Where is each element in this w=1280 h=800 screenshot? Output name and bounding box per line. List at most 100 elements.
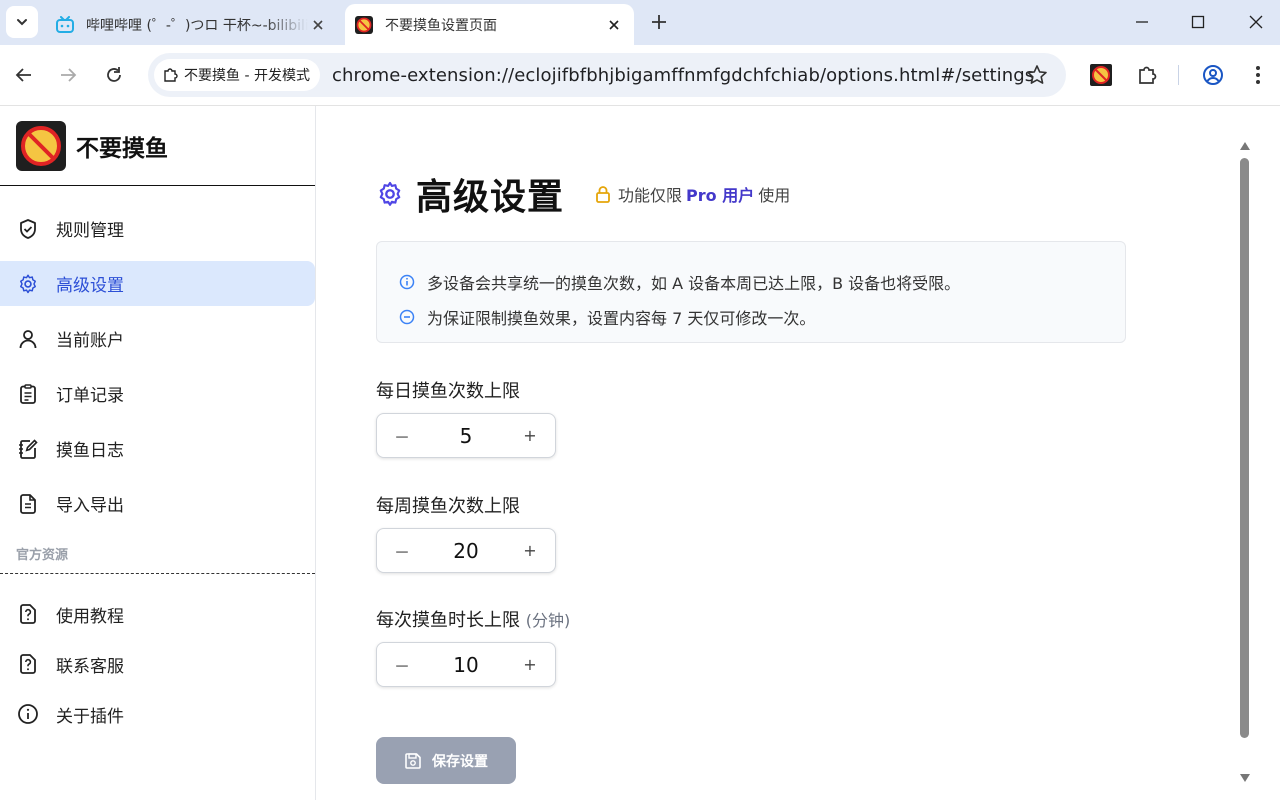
duration-limit-label: 每次摸鱼时长上限 (分钟) (376, 606, 570, 632)
sidebar-item-log[interactable]: 摸鱼日志 (0, 426, 315, 471)
close-icon[interactable] (604, 15, 624, 35)
scrollbar[interactable] (1237, 142, 1251, 782)
sidebar-item-orders[interactable]: 订单记录 (0, 371, 315, 416)
puzzle-icon (164, 68, 178, 82)
sidebar-item-about[interactable]: 关于插件 (0, 694, 315, 734)
extension-logo-icon (355, 15, 373, 34)
decrement-button[interactable]: － (377, 414, 427, 457)
sidebar: 不要摸鱼 规则管理 高级设置 当前账户 订单记录 摸鱼日志 导入导出 官方资源 (0, 106, 316, 800)
arrow-left-icon (15, 68, 31, 82)
close-icon (1249, 15, 1263, 29)
settings-main: 高级设置 功能仅限 Pro 用户 使用 多设备会共享统一的摸鱼次数，如 A 设备… (316, 106, 1280, 800)
save-button[interactable]: 保存设置 (376, 737, 516, 784)
scroll-up-arrow[interactable] (1240, 142, 1250, 150)
extensions-menu-button[interactable] (1135, 63, 1159, 87)
file-text-icon (16, 492, 40, 516)
scroll-down-arrow[interactable] (1240, 774, 1250, 782)
daily-limit-stepper: － 5 + (376, 413, 556, 458)
sidebar-menu: 规则管理 高级设置 当前账户 订单记录 摸鱼日志 导入导出 (0, 186, 315, 526)
tab-search-button[interactable] (6, 6, 38, 38)
duration-limit-value[interactable]: 10 (427, 653, 505, 677)
plus-icon (652, 15, 666, 29)
info-icon (16, 702, 40, 726)
back-button[interactable] (12, 63, 36, 87)
chevron-down-icon (17, 19, 27, 26)
sidebar-item-advanced-settings[interactable]: 高级设置 (0, 261, 315, 306)
brand-header: 不要摸鱼 (0, 106, 315, 186)
extension-logo-icon (16, 120, 66, 171)
close-icon[interactable] (308, 15, 328, 35)
minus-circle-icon (399, 309, 415, 324)
tab-title: 不要摸鱼设置页面 (385, 17, 497, 34)
pro-suffix: 使用 (758, 186, 791, 205)
browser-menu-button[interactable] (1246, 63, 1270, 87)
field-unit: (分钟) (525, 611, 571, 630)
tab-title: 哔哩哔哩 (゜-゜)つロ 干杯~-bilibili (86, 17, 308, 34)
sidebar-item-label: 摸鱼日志 (56, 441, 124, 461)
sidebar-item-account[interactable]: 当前账户 (0, 316, 315, 361)
sidebar-item-label: 关于插件 (56, 706, 124, 727)
more-vertical-icon (1256, 66, 1260, 84)
increment-button[interactable]: + (505, 414, 555, 457)
daily-limit-value[interactable]: 5 (427, 424, 505, 448)
brand-logo (16, 120, 66, 171)
profile-button[interactable] (1201, 63, 1225, 87)
sidebar-item-import-export[interactable]: 导入导出 (0, 481, 315, 526)
bookmark-star-icon[interactable] (1026, 64, 1048, 86)
info-icon (399, 274, 415, 289)
notice-item: 多设备会共享统一的摸鱼次数，如 A 设备本周已达上限，B 设备也将受限。 (399, 264, 1125, 299)
bilibili-icon (56, 15, 74, 33)
browser-tab-bilibili[interactable]: 哔哩哔哩 (゜-゜)つロ 干杯~-bilibili (44, 4, 340, 45)
browser-tab-settings[interactable]: 不要摸鱼设置页面 (345, 4, 634, 45)
weekly-limit-value[interactable]: 20 (427, 539, 505, 563)
increment-button[interactable]: + (505, 529, 555, 572)
sidebar-item-tutorial[interactable]: 使用教程 (0, 594, 315, 634)
account-circle-icon (1203, 65, 1223, 85)
weekly-limit-stepper: － 20 + (376, 528, 556, 573)
save-icon (405, 752, 421, 769)
field-label-text: 每日摸鱼次数上限 (376, 381, 520, 402)
sidebar-item-rules[interactable]: 规则管理 (0, 206, 315, 251)
new-tab-button[interactable] (647, 10, 671, 34)
sidebar-item-label: 联系客服 (56, 656, 124, 677)
arrow-right-icon (61, 68, 77, 82)
address-bar[interactable]: 不要摸鱼 - 开发模式 chrome-extension://eclojifbf… (148, 53, 1066, 97)
extension-toolbar-button[interactable] (1089, 63, 1113, 87)
notice-text: 为保证限制摸鱼效果，设置内容每 7 天仅可修改一次。 (427, 308, 816, 328)
clipboard-list-icon (16, 382, 40, 406)
browser-tab-bar: 哔哩哔哩 (゜-゜)つロ 干杯~-bilibili 不要摸鱼设置页面 (0, 0, 1280, 45)
pro-badge: Pro 用户 (686, 186, 755, 205)
notice-item: 为保证限制摸鱼效果，设置内容每 7 天仅可修改一次。 (399, 299, 1125, 334)
sidebar-resources: 使用教程 联系客服 关于插件 (0, 574, 315, 734)
brand-name: 不要摸鱼 (76, 135, 168, 162)
daily-limit-label: 每日摸鱼次数上限 (376, 377, 520, 403)
decrement-button[interactable]: － (377, 529, 427, 572)
increment-button[interactable]: + (505, 643, 555, 686)
field-label-text: 每次摸鱼时长上限 (376, 610, 520, 631)
extension-site-chip[interactable]: 不要摸鱼 - 开发模式 (154, 59, 320, 91)
page-header: 高级设置 功能仅限 Pro 用户 使用 (376, 168, 790, 220)
forward-button[interactable] (56, 63, 80, 87)
close-window-button[interactable] (1246, 12, 1266, 32)
scrollbar-thumb[interactable] (1240, 158, 1249, 738)
shield-check-icon (16, 217, 40, 241)
reload-icon (107, 67, 121, 82)
gear-icon (379, 181, 401, 206)
maximize-button[interactable] (1188, 12, 1208, 32)
sidebar-item-label: 当前账户 (56, 331, 124, 351)
field-label-text: 每周摸鱼次数上限 (376, 496, 520, 517)
minimize-button[interactable] (1132, 12, 1152, 32)
page-title: 高级设置 (416, 177, 565, 218)
pro-prefix: 功能仅限 (618, 186, 683, 205)
pro-requirement-note: 功能仅限 Pro 用户 使用 (594, 182, 790, 206)
minimize-icon (1136, 21, 1148, 23)
sidebar-item-label: 使用教程 (56, 606, 124, 627)
url-text[interactable]: chrome-extension://eclojifbfbhjbigamffnm… (332, 65, 1034, 86)
extension-logo-icon (1090, 64, 1112, 86)
gear-icon (16, 272, 40, 296)
sidebar-item-support[interactable]: 联系客服 (0, 644, 315, 684)
reload-button[interactable] (102, 63, 126, 87)
decrement-button[interactable]: － (377, 643, 427, 686)
browser-toolbar: 不要摸鱼 - 开发模式 chrome-extension://eclojifbf… (0, 45, 1280, 106)
sidebar-group-title: 官方资源 (0, 536, 315, 574)
